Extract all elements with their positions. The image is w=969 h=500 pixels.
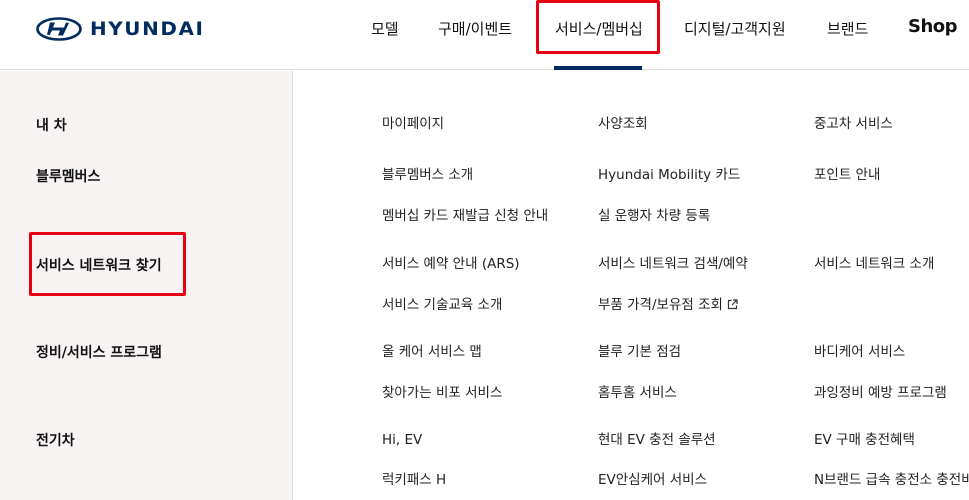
- link-ev-safe-care[interactable]: EV안심케어 서비스: [598, 470, 707, 490]
- nav-purchase-events[interactable]: 구매/이벤트: [438, 18, 512, 40]
- link-visiting-service[interactable]: 찾아가는 비포 서비스: [382, 383, 502, 403]
- link-overmaintenance-prevention[interactable]: 과잉정비 예방 프로그램: [814, 383, 947, 403]
- link-ev-charging-solution[interactable]: 현대 EV 충전 솔루션: [598, 430, 716, 450]
- link-hi-ev[interactable]: Hi, EV: [382, 430, 422, 450]
- link-mobility-card[interactable]: Hyundai Mobility 카드: [598, 165, 740, 185]
- link-body-care[interactable]: 바디케어 서비스: [814, 342, 905, 362]
- link-lucky-pass[interactable]: 럭키패스 H: [382, 470, 446, 490]
- link-parts-price-label: 부품 가격/보유점 조회: [598, 297, 723, 313]
- global-header: HYUNDAI 모델 구매/이벤트 서비스/멤버십 디지털/고객지원 브랜드 S…: [0, 0, 969, 70]
- link-bluemembers-intro[interactable]: 블루멤버스 소개: [382, 165, 473, 185]
- link-points[interactable]: 포인트 안내: [814, 165, 880, 185]
- category-maintenance[interactable]: 정비/서비스 프로그램: [36, 343, 162, 363]
- link-mypage[interactable]: 마이페이지: [382, 114, 444, 134]
- active-nav-indicator: [554, 66, 642, 70]
- link-all-care-map[interactable]: 올 케어 서비스 맵: [382, 342, 482, 362]
- link-used-car[interactable]: 중고차 서비스: [814, 114, 893, 134]
- link-card-reissue[interactable]: 멤버십 카드 재발급 신청 안내: [382, 206, 548, 226]
- link-home-to-home[interactable]: 홈투홈 서비스: [598, 383, 677, 403]
- category-service-network[interactable]: 서비스 네트워크 찾기: [36, 256, 162, 276]
- link-spec-lookup[interactable]: 사양조회: [598, 114, 648, 134]
- link-tech-training[interactable]: 서비스 기술교육 소개: [382, 295, 502, 315]
- link-network-intro[interactable]: 서비스 네트워크 소개: [814, 254, 934, 274]
- nav-digital-support[interactable]: 디지털/고객지원: [684, 18, 786, 40]
- link-service-reservation[interactable]: 서비스 예약 안내 (ARS): [382, 254, 520, 274]
- category-bluemembers[interactable]: 블루멤버스: [36, 167, 100, 187]
- link-blue-inspection[interactable]: 블루 기본 점검: [598, 342, 681, 362]
- nav-models[interactable]: 모델: [371, 18, 399, 40]
- nav-service-membership[interactable]: 서비스/멤버십: [555, 18, 643, 40]
- link-parts-price[interactable]: 부품 가격/보유점 조회: [598, 295, 738, 315]
- category-ev[interactable]: 전기차: [36, 431, 75, 451]
- link-n-brand-charging[interactable]: N브랜드 급속 충전소 충전비: [814, 470, 969, 490]
- link-ev-purchase-benefit[interactable]: EV 구매 충전혜택: [814, 430, 915, 450]
- hyundai-logo[interactable]: HYUNDAI: [36, 17, 203, 41]
- hyundai-emblem-icon: [36, 17, 82, 41]
- link-driver-registration[interactable]: 실 운행자 차량 등록: [598, 206, 710, 226]
- nav-brand[interactable]: 브랜드: [827, 18, 868, 40]
- category-my-car[interactable]: 내 차: [36, 116, 67, 136]
- link-network-search[interactable]: 서비스 네트워크 검색/예약: [598, 254, 748, 274]
- external-link-icon: [727, 299, 738, 310]
- logo-wordmark: HYUNDAI: [90, 18, 205, 40]
- shop-link[interactable]: Shop: [908, 16, 958, 37]
